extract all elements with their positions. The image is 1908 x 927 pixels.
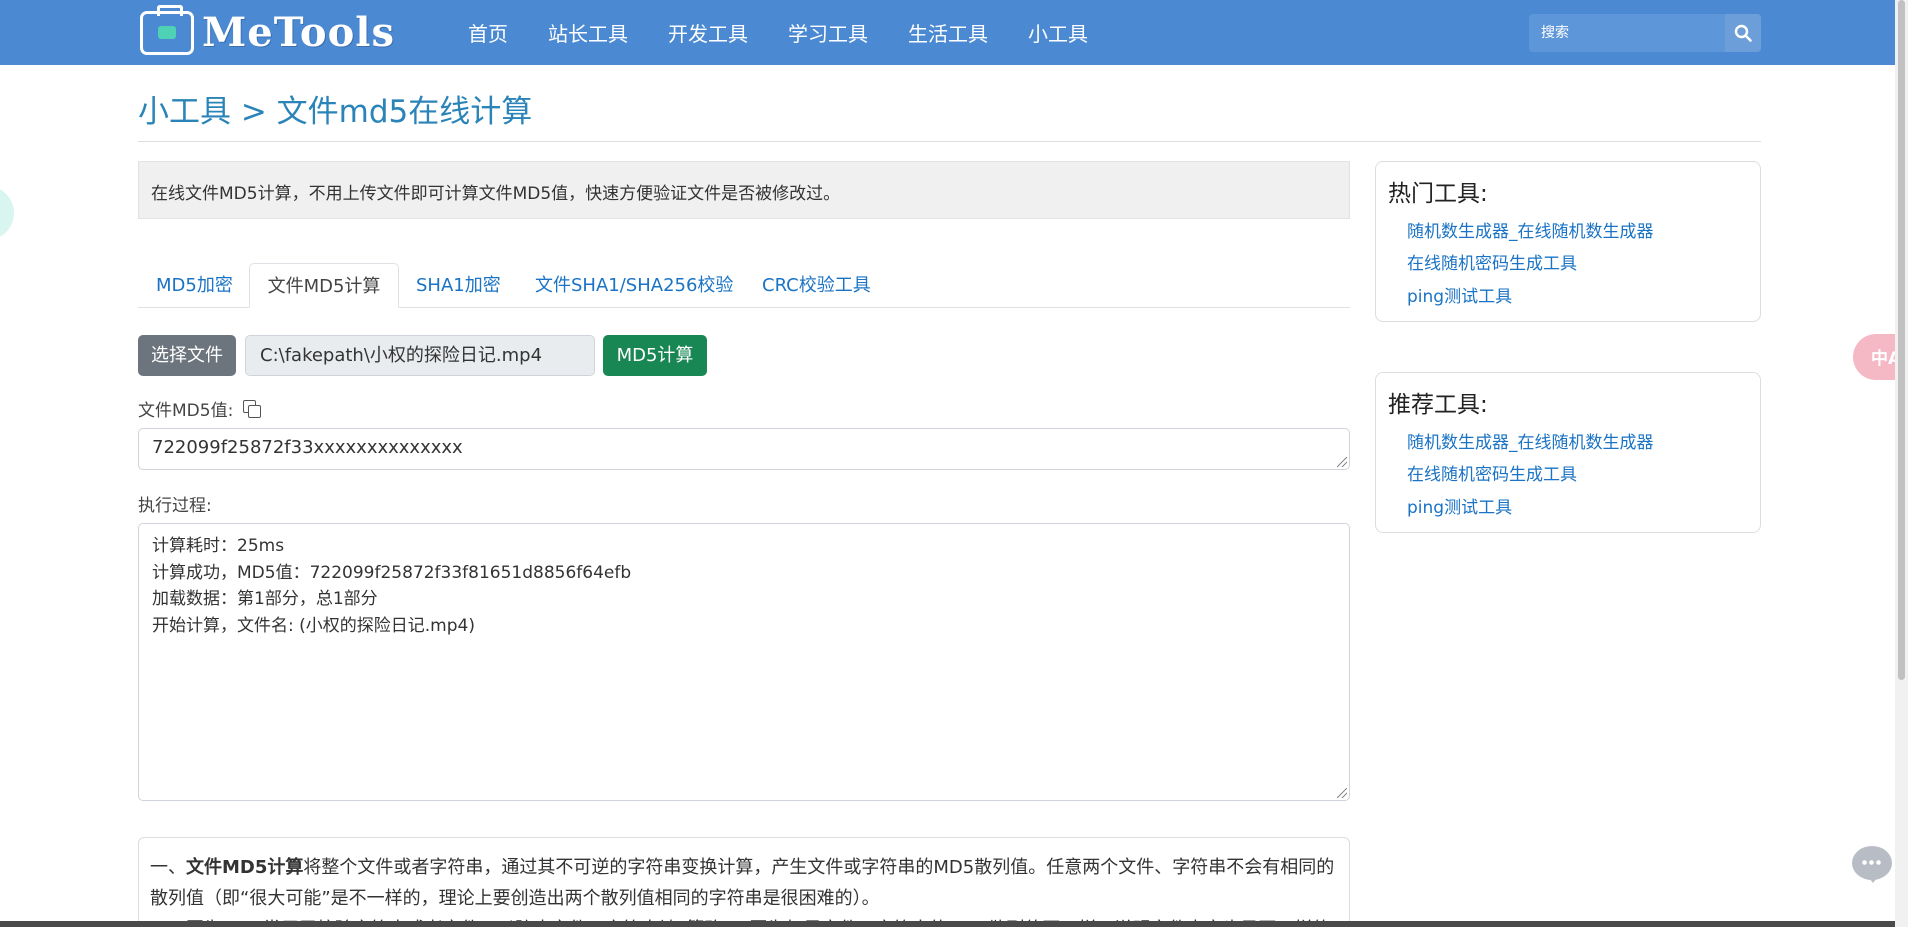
logo-text: MeTools bbox=[202, 9, 395, 56]
log-line: 计算耗时：25ms bbox=[152, 536, 285, 556]
main-nav: 首页 站长工具 开发工具 学习工具 生活工具 小工具 bbox=[468, 0, 1128, 65]
rec-link-ping-test[interactable]: ping测试工具 bbox=[1407, 493, 1512, 518]
hot-link-random-password[interactable]: 在线随机密码生成工具 bbox=[1407, 249, 1577, 274]
top-navbar: MeTools 首页 站长工具 开发工具 学习工具 生活工具 小工具 bbox=[0, 0, 1908, 65]
md5-value: 722099f25872f33xxxxxxxxxxxxxx bbox=[152, 437, 463, 458]
resize-handle-icon[interactable] bbox=[1337, 457, 1347, 467]
toolbox-logo-icon bbox=[140, 5, 194, 55]
search-input[interactable] bbox=[1529, 14, 1725, 52]
nav-item-small-tools[interactable]: 小工具 bbox=[1028, 18, 1088, 47]
tab-sha1-encrypt[interactable]: SHA1加密 bbox=[416, 263, 501, 308]
tab-crc-check[interactable]: CRC校验工具 bbox=[762, 263, 871, 308]
title-divider bbox=[138, 141, 1761, 142]
tool-tabs: MD5加密 文件MD5计算 SHA1加密 文件SHA1/SHA256校验 CRC… bbox=[138, 263, 1350, 308]
tab-file-sha-check[interactable]: 文件SHA1/SHA256校验 bbox=[535, 263, 733, 308]
hot-tools-title: 热门工具: bbox=[1388, 181, 1488, 207]
md5-label-row: 文件MD5值: bbox=[138, 396, 262, 421]
chat-bubble-icon[interactable] bbox=[1852, 846, 1892, 883]
nav-item-dev-tools[interactable]: 开发工具 bbox=[668, 18, 748, 47]
md5-label: 文件MD5值: bbox=[138, 401, 234, 421]
search-icon bbox=[1734, 24, 1752, 42]
process-label: 执行过程: bbox=[138, 496, 212, 516]
choose-file-button[interactable]: 选择文件 bbox=[138, 335, 236, 376]
description-bold: 文件MD5计算 bbox=[186, 857, 304, 878]
recommended-tools-title: 推荐工具: bbox=[1388, 392, 1488, 418]
rec-link-random-number[interactable]: 随机数生成器_在线随机数生成器 bbox=[1407, 428, 1654, 453]
page-title-breadcrumb: 小工具 > 文件md5在线计算 bbox=[138, 94, 533, 130]
search-button[interactable] bbox=[1725, 14, 1761, 52]
nav-item-home[interactable]: 首页 bbox=[468, 18, 508, 47]
side-float-widget[interactable] bbox=[0, 186, 14, 240]
intro-banner: 在线文件MD5计算，不用上传文件即可计算文件MD5值，快速方便验证文件是否被修改… bbox=[138, 161, 1350, 219]
rec-link-random-password[interactable]: 在线随机密码生成工具 bbox=[1407, 460, 1577, 485]
log-line: 加载数据：第1部分，总1部分 bbox=[152, 589, 378, 609]
md5-output-textarea[interactable]: 722099f25872f33xxxxxxxxxxxxxx bbox=[138, 428, 1350, 470]
search-box bbox=[1529, 14, 1761, 52]
site-logo[interactable]: MeTools bbox=[140, 5, 395, 56]
log-line: 开始计算，文件名: (小权的探险日记.mp4) bbox=[152, 615, 475, 636]
md5-compute-button[interactable]: MD5计算 bbox=[603, 335, 707, 376]
vertical-scrollbar[interactable] bbox=[1895, 0, 1908, 927]
hot-link-ping-test[interactable]: ping测试工具 bbox=[1407, 282, 1512, 307]
process-log-textarea[interactable]: 计算耗时：25ms 计算成功，MD5值：722099f25872f33f8165… bbox=[138, 523, 1350, 801]
resize-handle-icon[interactable] bbox=[1337, 788, 1347, 798]
nav-item-study-tools[interactable]: 学习工具 bbox=[788, 18, 868, 47]
copy-icon[interactable] bbox=[243, 399, 262, 418]
nav-item-life-tools[interactable]: 生活工具 bbox=[908, 18, 988, 47]
log-line: 计算成功，MD5值：722099f25872f33f81651d8856f64e… bbox=[152, 562, 632, 583]
tab-file-md5[interactable]: 文件MD5计算 bbox=[249, 263, 399, 308]
description-box: 一、文件MD5计算将整个文件或者字符串，通过其不可逆的字符串变换计算，产生文件或… bbox=[138, 837, 1350, 927]
chat-dots bbox=[1861, 860, 1883, 865]
hot-tools-card: 热门工具: 随机数生成器_在线随机数生成器 在线随机密码生成工具 ping测试工… bbox=[1375, 161, 1761, 322]
file-path-field[interactable]: C:\fakepath\小权的探险日记.mp4 bbox=[245, 335, 595, 376]
bottom-edge-bar bbox=[0, 921, 1895, 927]
hot-link-random-number[interactable]: 随机数生成器_在线随机数生成器 bbox=[1407, 217, 1654, 242]
description-paragraph-1: 一、文件MD5计算将整个文件或者字符串，通过其不可逆的字符串变换计算，产生文件或… bbox=[150, 857, 1335, 909]
nav-item-webmaster-tools[interactable]: 站长工具 bbox=[548, 18, 628, 47]
tab-md5-encrypt[interactable]: MD5加密 bbox=[156, 263, 233, 308]
scrollbar-thumb[interactable] bbox=[1898, 0, 1905, 680]
recommended-tools-card: 推荐工具: 随机数生成器_在线随机数生成器 在线随机密码生成工具 ping测试工… bbox=[1375, 372, 1761, 533]
